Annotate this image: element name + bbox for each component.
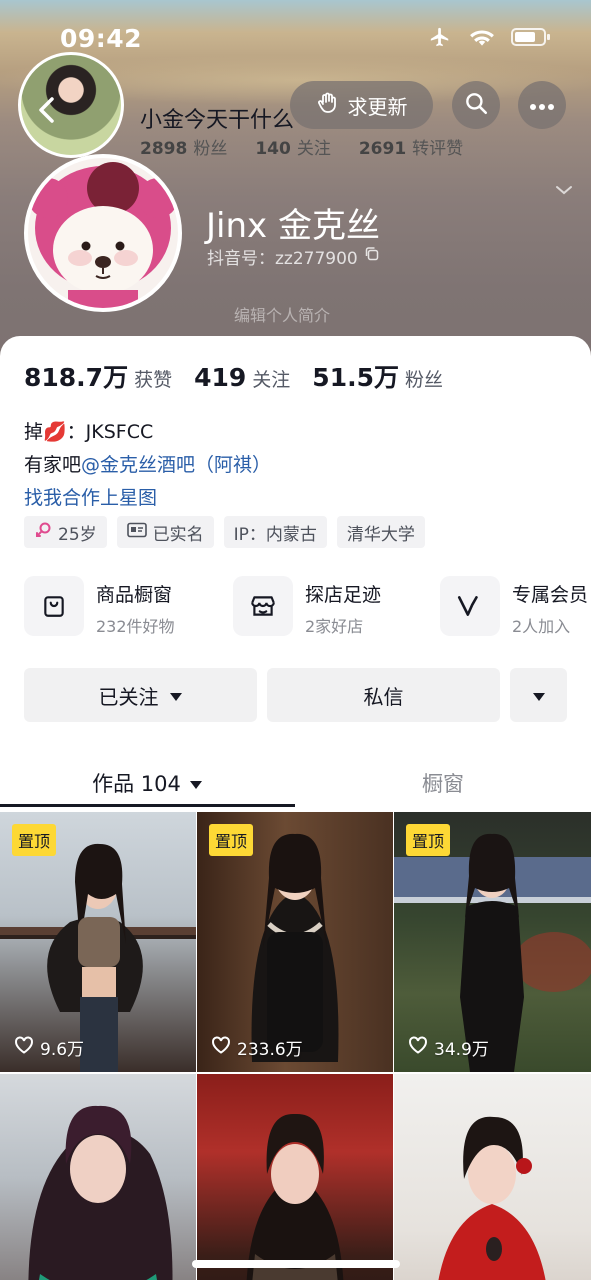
message-button[interactable]: 私信 — [267, 668, 500, 722]
profile-avatar[interactable] — [24, 154, 182, 312]
mini-stats: 2898 粉丝 140 关注 2691 转评赞 — [140, 134, 463, 159]
search-icon — [463, 90, 489, 120]
battery-icon — [511, 27, 551, 51]
status-time: 09:42 — [60, 24, 143, 53]
tag-ip: IP：内蒙古 — [223, 516, 327, 548]
profile-counts: 818.7万 获赞 419 关注 51.5万 粉丝 — [24, 358, 443, 394]
home-indicator — [192, 1260, 400, 1268]
status-bar: 09:42 — [0, 0, 591, 80]
more-button[interactable] — [518, 81, 566, 129]
video-tile[interactable]: 置顶 233.6万 — [197, 812, 393, 1072]
tag-verified: 已实名 — [116, 516, 214, 548]
female-icon — [34, 521, 52, 544]
feature-shop-window[interactable]: 商品橱窗 232件好物 — [24, 576, 175, 640]
tag-age: 25岁 — [24, 516, 107, 548]
caret-down-icon — [169, 683, 183, 707]
request-update-button[interactable]: 求更新 — [290, 81, 433, 129]
copy-icon[interactable] — [364, 246, 380, 267]
profile-tags: 25岁 已实名 IP：内蒙古 清华大学 — [24, 516, 425, 548]
feature-entries: 商品橱窗 232件好物 探店足迹 2家好店 专属会员 2人加入 — [24, 576, 591, 640]
heart-icon — [211, 1036, 231, 1059]
airplane-icon — [427, 26, 453, 52]
bio-cooperation-link[interactable]: 找我合作上星图 — [24, 482, 271, 515]
count-fans[interactable]: 51.5万 粉丝 — [312, 358, 443, 394]
tag-school[interactable]: 清华大学 — [336, 516, 425, 548]
mini-fans: 2898 粉丝 — [140, 139, 228, 159]
profile-actions: 已关注 私信 — [24, 668, 567, 722]
feature-store-visits[interactable]: 探店足迹 2家好店 — [233, 576, 381, 640]
video-tile[interactable] — [394, 1074, 591, 1280]
chevron-down-icon[interactable] — [554, 182, 574, 201]
tab-shop-window[interactable]: 橱窗 — [295, 756, 591, 810]
bio-line-2: 有家吧@金克丝酒吧（阿祺） — [24, 454, 272, 476]
tab-active-indicator — [0, 804, 295, 807]
profile-card: 818.7万 获赞 419 关注 51.5万 粉丝 掉💋：JKSFCC 有家吧@金克丝… — [0, 336, 591, 1280]
request-update-label: 求更新 — [347, 94, 408, 119]
search-button[interactable] — [452, 81, 500, 129]
hand-icon — [316, 91, 340, 120]
tab-works[interactable]: 作品 104 — [0, 756, 295, 810]
bio-line-1: 掉💋：JKSFCC — [24, 421, 154, 443]
caret-down-icon — [189, 771, 203, 795]
mini-reposts: 2691 转评赞 — [358, 139, 464, 159]
back-icon[interactable] — [32, 94, 64, 126]
heart-icon — [408, 1036, 428, 1059]
wifi-icon — [469, 27, 495, 51]
heart-icon — [14, 1036, 34, 1059]
likes-count: 9.6万 — [14, 1035, 84, 1060]
count-likes[interactable]: 818.7万 获赞 — [24, 358, 172, 394]
pinned-badge: 置顶 — [209, 824, 254, 856]
mini-name: 小金今天干什么 — [140, 108, 295, 133]
video-tile[interactable] — [0, 1074, 196, 1280]
id-card-icon — [126, 522, 147, 543]
vip-icon — [440, 576, 500, 636]
feature-membership[interactable]: 专属会员 2人加入 — [440, 576, 588, 640]
more-dots-icon — [529, 96, 555, 115]
video-tile[interactable]: 置顶 34.9万 — [394, 812, 591, 1072]
video-tile[interactable] — [197, 1074, 393, 1280]
followed-button[interactable]: 已关注 — [24, 668, 257, 722]
likes-count: 233.6万 — [211, 1035, 303, 1060]
count-following[interactable]: 419 关注 — [194, 363, 290, 392]
caret-down-icon — [532, 683, 546, 707]
likes-count: 34.9万 — [408, 1035, 489, 1060]
shopping-bag-icon — [24, 576, 84, 636]
content-tabs: 作品 104 橱窗 — [0, 756, 591, 810]
douyin-id[interactable]: 抖音号：zz277900 — [207, 244, 380, 269]
pinned-badge: 置顶 — [12, 824, 57, 856]
more-actions-button[interactable] — [510, 668, 567, 722]
profile-bio: 掉💋：JKSFCC 有家吧@金克丝酒吧（阿祺） 找我合作上星图 — [24, 416, 271, 515]
video-tile[interactable]: 置顶 9.6万 — [0, 812, 196, 1072]
profile-name: Jinx 金克丝 — [206, 206, 380, 246]
store-icon — [233, 576, 293, 636]
works-grid: 置顶 9.6万 置顶 233.6万 置顶 34.9万 — [0, 812, 591, 1280]
bio-mention-link[interactable]: @金克丝酒吧（阿祺） — [81, 454, 271, 476]
pinned-badge: 置顶 — [406, 824, 451, 856]
edit-bio-hint[interactable]: 编辑个人简介 — [234, 302, 330, 326]
mini-following: 140 关注 — [255, 139, 331, 159]
